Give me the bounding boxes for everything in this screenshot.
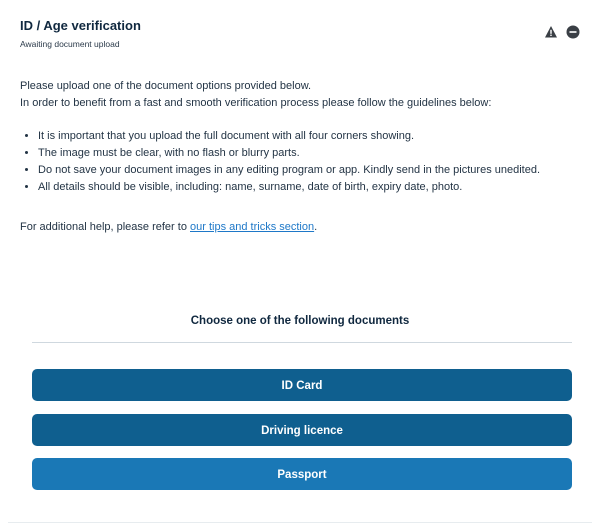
guideline-item: The image must be clear, with no flash o… bbox=[38, 145, 580, 162]
instructions: Please upload one of the document option… bbox=[20, 78, 580, 236]
help-suffix: . bbox=[314, 221, 318, 233]
divider bbox=[32, 342, 572, 343]
passport-button[interactable]: Passport bbox=[32, 458, 572, 490]
guideline-item: It is important that you upload the full… bbox=[38, 128, 580, 145]
guideline-item: Do not save your document images in any … bbox=[38, 162, 580, 179]
bottom-divider bbox=[8, 522, 592, 523]
card-header: ID / Age verification Awaiting document … bbox=[20, 18, 141, 49]
help-text: For additional help, please refer to our… bbox=[20, 219, 580, 236]
tips-and-tricks-link[interactable]: our tips and tricks section bbox=[190, 221, 314, 233]
minus-circle-icon[interactable] bbox=[566, 25, 580, 39]
id-card-button[interactable]: ID Card bbox=[32, 369, 572, 401]
intro-line-2: In order to benefit from a fast and smoo… bbox=[20, 97, 492, 109]
verification-card: ID / Age verification Awaiting document … bbox=[0, 0, 600, 529]
status-subtitle: Awaiting document upload bbox=[20, 39, 120, 49]
intro-text: Please upload one of the document option… bbox=[20, 78, 580, 112]
warning-icon bbox=[544, 25, 558, 39]
driving-licence-button[interactable]: Driving licence bbox=[32, 414, 572, 446]
guideline-item: All details should be visible, including… bbox=[38, 179, 580, 196]
documents-heading: Choose one of the following documents bbox=[190, 315, 410, 327]
header-icons bbox=[544, 25, 580, 39]
help-prefix: For additional help, please refer to bbox=[20, 221, 190, 233]
intro-line-1: Please upload one of the document option… bbox=[20, 80, 312, 92]
page-title: ID / Age verification bbox=[20, 18, 141, 33]
guidelines-list: It is important that you upload the full… bbox=[20, 128, 580, 196]
